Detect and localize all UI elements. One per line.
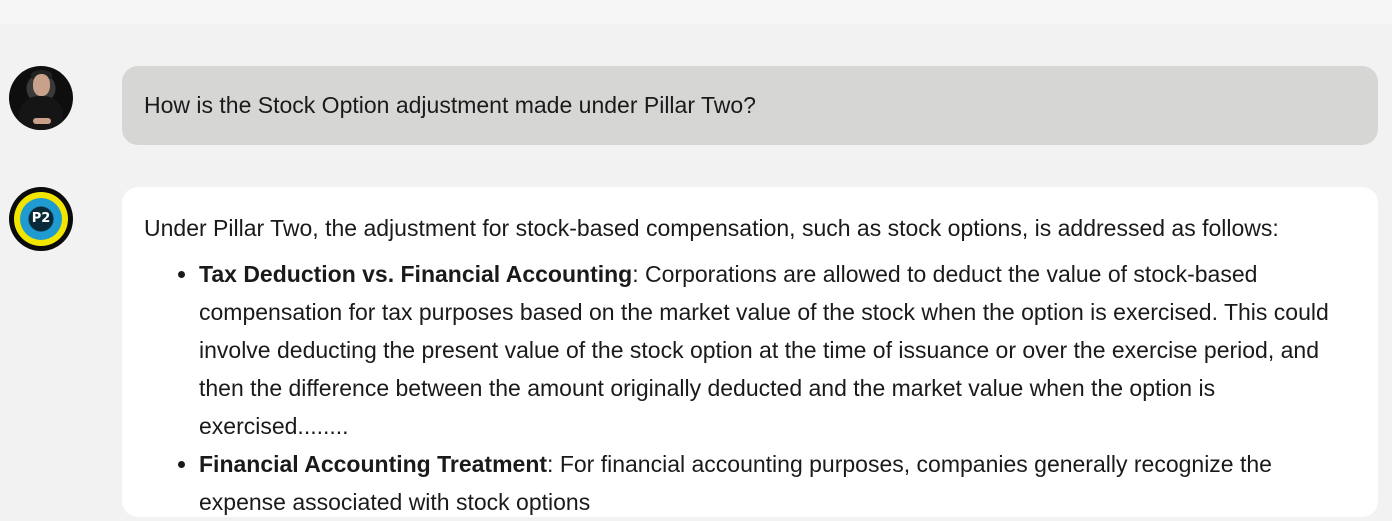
top-bar: [0, 0, 1392, 24]
bullet-item: Financial Accounting Treatment: For fina…: [199, 445, 1356, 521]
assistant-intro: Under Pillar Two, the adjustment for sto…: [144, 215, 1279, 241]
avatar-body: [19, 96, 63, 130]
avatar-face: [33, 74, 50, 96]
bullet-term: Financial Accounting Treatment: [199, 451, 548, 477]
bullet-text: : Corporations are allowed to deduct the…: [199, 261, 1329, 439]
user-message-text: How is the Stock Option adjustment made …: [144, 92, 756, 118]
assistant-bullet-list: Tax Deduction vs. Financial Accounting: …: [144, 255, 1356, 521]
bullet-term: Tax Deduction vs. Financial Accounting: [199, 261, 633, 287]
user-avatar: [9, 66, 73, 130]
user-message-bubble: How is the Stock Option adjustment made …: [122, 66, 1378, 145]
bullet-item: Tax Deduction vs. Financial Accounting: …: [199, 255, 1356, 445]
assistant-message-bubble: Under Pillar Two, the adjustment for sto…: [122, 187, 1378, 517]
avatar-hands: [33, 118, 51, 124]
assistant-avatar-label: P2: [31, 211, 51, 226]
assistant-avatar: P2: [9, 187, 73, 251]
